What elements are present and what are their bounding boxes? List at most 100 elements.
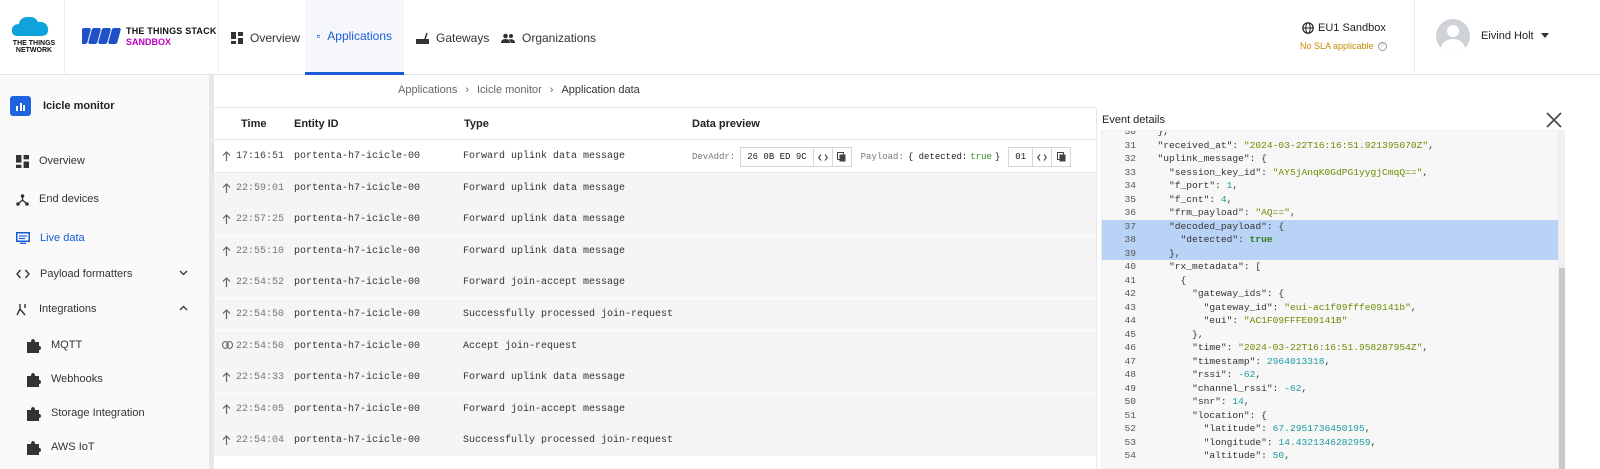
row-type: Forward join-accept message xyxy=(463,403,626,415)
sidebar-item-storage-integration[interactable]: Storage Integration xyxy=(26,402,216,424)
sidebar-item-mqtt[interactable]: MQTT xyxy=(26,334,216,356)
line-number: 41 xyxy=(1124,274,1136,286)
breadcrumb-app[interactable]: Icicle monitor xyxy=(477,84,542,96)
row-entity-id[interactable]: portenta-h7-icicle-00 xyxy=(294,151,420,162)
line-content: }, xyxy=(1146,328,1204,340)
nav-organizations[interactable]: Organizations xyxy=(489,0,608,75)
payload-label: Payload: xyxy=(860,152,904,162)
row-entity-id[interactable]: portenta-h7-icicle-00 xyxy=(294,309,420,320)
cluster-selector[interactable]: EU1 Sandbox xyxy=(1302,22,1386,34)
line-number: 33 xyxy=(1124,166,1136,178)
devaddr-label: DevAddr: xyxy=(692,152,736,162)
row-time: 22:55:10 xyxy=(236,245,285,257)
stack-sandbox-label: SANDBOX xyxy=(126,37,172,47)
code-icon xyxy=(16,269,30,279)
line-number: 37 xyxy=(1124,220,1136,232)
things-stack-logo-icon[interactable] xyxy=(82,25,122,47)
close-icon[interactable] xyxy=(1545,111,1563,129)
row-type: Forward join-accept message xyxy=(463,277,626,289)
code-line: 43 "gateway_id": "eui-ac1f09fffe09141b", xyxy=(1102,301,1558,315)
table-row[interactable]: 22:54:33 portenta-h7-icicle-00 Forward upl… xyxy=(214,362,1096,394)
line-content: "detected": true xyxy=(1180,234,1273,245)
chevron-down-icon[interactable] xyxy=(1541,33,1549,38)
code-line: 34 "f_port": 1, xyxy=(1102,179,1558,193)
ttn-logo[interactable]: THE THINGS NETWORK xyxy=(6,14,55,56)
payload-close: } xyxy=(994,152,1001,162)
nav-applications[interactable]: Applications xyxy=(305,0,404,75)
cloud-logo-icon xyxy=(11,16,49,36)
line-content: "channel_rssi": -62, xyxy=(1192,382,1308,394)
toggle-format-button[interactable] xyxy=(812,147,833,167)
copy-button[interactable] xyxy=(831,147,852,167)
code-line: 54 "altitude": 50, xyxy=(1102,449,1558,463)
line-number: 35 xyxy=(1124,193,1136,205)
help-icon[interactable]: ? xyxy=(1377,41,1387,51)
nav-overview[interactable]: Overview xyxy=(219,0,312,75)
line-content: "location": { xyxy=(1192,409,1267,421)
row-entity-id[interactable]: portenta-h7-icicle-00 xyxy=(294,183,420,194)
sidebar-item-end-devices[interactable]: End devices xyxy=(16,188,206,210)
row-entity-id[interactable]: portenta-h7-icicle-00 xyxy=(294,404,420,415)
breadcrumb-applications[interactable]: Applications xyxy=(398,84,457,96)
line-number: 30 xyxy=(1124,130,1136,137)
line-content: "longitude": 14.4321346282959, xyxy=(1203,436,1377,448)
chevron-down-icon[interactable] xyxy=(179,270,188,276)
table-row[interactable]: 22:59:01 portenta-h7-icicle-00 Forward upl… xyxy=(214,172,1096,204)
row-type: Forward uplink data message xyxy=(463,214,626,226)
code-line: 37 "decoded_payload": { xyxy=(1102,219,1558,233)
row-time: 22:54:52 xyxy=(236,277,285,289)
sidebar-item-payload-formatters[interactable]: Payload formatters xyxy=(16,263,206,285)
ttn-logo-text-1: THE THINGS xyxy=(12,40,56,47)
copy-button[interactable] xyxy=(1051,147,1072,167)
nav-gateways[interactable]: Gateways xyxy=(404,0,501,75)
line-content: "snr": 14, xyxy=(1192,396,1250,407)
sidebar-item-integrations[interactable]: Integrations xyxy=(16,298,206,320)
globe-icon xyxy=(1302,22,1314,34)
arrow-up-icon xyxy=(222,435,231,446)
sidebar-app-header[interactable]: Icicle monitor xyxy=(10,96,115,116)
avatar[interactable] xyxy=(1436,19,1470,53)
row-entity-id[interactable]: portenta-h7-icicle-00 xyxy=(294,435,420,446)
code-line: 32 "uplink_message": { xyxy=(1102,152,1558,166)
table-row[interactable]: 17:16:51 portenta-h7-icicle-00 Forward upl… xyxy=(214,141,1096,172)
table-row[interactable]: 22:54:05 portenta-h7-icicle-00 Forward joi… xyxy=(214,393,1096,425)
table-row[interactable]: 22:54:04 portenta-h7-icicle-00 Successfull… xyxy=(214,425,1096,457)
devaddr-value[interactable]: 26 0B ED 9C xyxy=(740,147,814,167)
ttn-logo-text-2: NETWORK xyxy=(15,47,53,54)
row-time: 22:57:25 xyxy=(236,214,285,226)
copy-icon xyxy=(1056,152,1066,162)
sidebar-item-label: AWS IoT xyxy=(51,441,95,453)
json-viewer[interactable]: 30 }, 31 "received_at": "2024-03-22T16:16… xyxy=(1101,130,1559,469)
table-row[interactable]: 22:54:50 portenta-h7-icicle-00 Accept join… xyxy=(214,330,1096,362)
column-header-entity: Entity ID xyxy=(294,118,339,130)
toggle-format-button[interactable] xyxy=(1032,147,1053,167)
user-name[interactable]: Eivind Holt xyxy=(1481,30,1534,42)
puzzle-icon xyxy=(27,406,41,421)
row-entity-id[interactable]: portenta-h7-icicle-00 xyxy=(294,246,420,257)
row-entity-id[interactable]: portenta-h7-icicle-00 xyxy=(294,277,420,288)
row-entity-id[interactable]: portenta-h7-icicle-00 xyxy=(294,372,420,383)
arrow-up-icon xyxy=(222,245,231,256)
sidebar-item-live-data[interactable]: Live data xyxy=(16,227,206,249)
sidebar-item-overview[interactable]: Overview xyxy=(16,150,206,172)
table-row[interactable]: 22:57:25 portenta-h7-icicle-00 Forward upl… xyxy=(214,204,1096,236)
sidebar-item-webhooks[interactable]: Webhooks xyxy=(26,368,216,390)
line-content: }, xyxy=(1146,247,1181,259)
line-content: }, xyxy=(1146,130,1170,137)
table-row[interactable]: 22:54:52 portenta-h7-icicle-00 Forward joi… xyxy=(214,267,1096,299)
payload-hex[interactable]: 01 xyxy=(1008,147,1034,167)
row-entity-id[interactable]: portenta-h7-icicle-00 xyxy=(294,341,420,352)
chevron-up-icon[interactable] xyxy=(179,305,188,311)
table-row[interactable]: 22:55:10 portenta-h7-icicle-00 Forward upl… xyxy=(214,235,1096,267)
table-row[interactable]: 22:54:50 portenta-h7-icicle-00 Successfull… xyxy=(214,299,1096,330)
event-details-panel: Event details 30 }, 31 "received_at": "20… xyxy=(1096,108,1600,469)
app-chart-icon xyxy=(10,96,31,116)
code-line: 36 "frm_payload": "AQ==", xyxy=(1102,206,1558,220)
scrollbar-thumb[interactable] xyxy=(1559,268,1565,469)
json-viewer-scrollbar[interactable] xyxy=(1559,130,1565,469)
breadcrumb: Applications › Icicle monitor › Applicat… xyxy=(398,84,640,96)
sidebar-item-aws-iot[interactable]: AWS IoT xyxy=(26,436,216,458)
arrow-up-icon xyxy=(222,403,231,414)
row-entity-id[interactable]: portenta-h7-icicle-00 xyxy=(294,214,420,225)
column-header-type: Type xyxy=(464,118,489,130)
